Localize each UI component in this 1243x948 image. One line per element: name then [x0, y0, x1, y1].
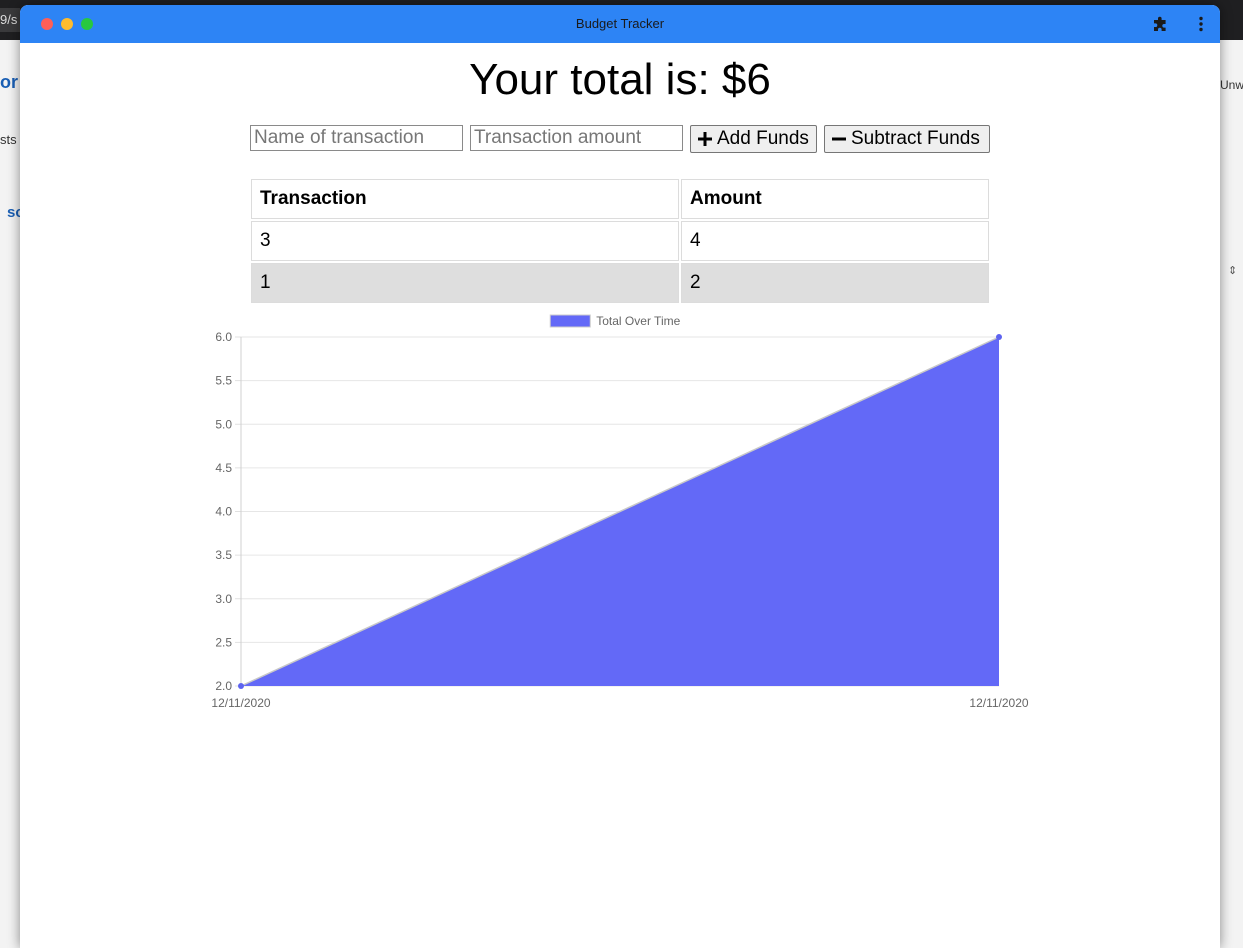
y-tick-label: 4.0	[215, 505, 232, 519]
background-fragment: or	[0, 72, 18, 92]
data-point	[996, 334, 1002, 340]
background-page-left: or sts sc	[0, 40, 20, 948]
y-tick-label: 3.0	[215, 592, 232, 606]
y-tick-label: 4.5	[215, 461, 232, 475]
table-row: 1 2	[251, 263, 989, 303]
subtract-funds-button[interactable]: Subtract Funds	[824, 125, 990, 153]
window-title: Budget Tracker	[575, 16, 665, 31]
legend-swatch	[549, 314, 591, 328]
x-tick-label: 12/11/2020	[211, 696, 270, 710]
page-content: Your total is: $6 Add Funds Subtract Fun…	[20, 43, 1220, 948]
add-funds-button[interactable]: Add Funds	[690, 125, 817, 153]
transactions-table: Transaction Amount 3 4 1 2	[249, 177, 991, 305]
total-text: Your total is: $6	[469, 55, 771, 104]
background-fragment: sc	[7, 204, 20, 221]
minus-icon	[832, 132, 846, 146]
transaction-cell: 3	[251, 221, 679, 261]
background-fragment: sts	[0, 132, 17, 147]
y-tick-label: 2.5	[215, 635, 232, 649]
subtract-funds-label: Subtract Funds	[851, 128, 980, 149]
amount-cell: 4	[681, 221, 989, 261]
table-row: 3 4	[251, 221, 989, 261]
y-tick-label: 5.5	[215, 374, 232, 388]
background-page-right: Unw ⇕	[1220, 40, 1243, 948]
x-tick-label: 12/11/2020	[969, 696, 1028, 710]
y-tick-label: 3.5	[215, 548, 232, 562]
add-funds-label: Add Funds	[717, 128, 809, 149]
legend-label: Total Over Time	[596, 314, 680, 328]
table-header-row: Transaction Amount	[251, 179, 989, 219]
column-header-amount: Amount	[681, 179, 989, 219]
budget-tracker-window: Budget Tracker Your total is: $6 Add Fun…	[20, 5, 1220, 948]
more-menu-icon[interactable]	[1192, 15, 1210, 33]
total-heading: Your total is: $6	[20, 55, 1220, 105]
y-tick-label: 6.0	[215, 330, 232, 344]
total-over-time-chart: 2.0 2.5 3.0 3.5 4.0 4.5 5.0 5.5 6.0 12/11/2020 12/…	[20, 305, 1220, 725]
transaction-name-input[interactable]	[250, 125, 463, 151]
amount-cell: 2	[681, 263, 989, 303]
background-sort-icon: ⇕	[1228, 265, 1238, 277]
window-titlebar[interactable]: Budget Tracker	[20, 5, 1220, 43]
chart-svg: 2.0 2.5 3.0 3.5 4.0 4.5 5.0 5.5 6.0 12/11/2020 12/…	[211, 314, 1028, 710]
puzzle-icon[interactable]	[1151, 15, 1169, 33]
background-url-text: 9/s	[0, 12, 18, 27]
y-tick-label: 2.0	[215, 679, 232, 693]
background-url-fragment: 9/s	[0, 8, 20, 32]
plus-icon	[698, 132, 712, 146]
transaction-amount-input[interactable]	[470, 125, 683, 151]
y-tick-label: 5.0	[215, 417, 232, 431]
data-point	[238, 683, 244, 689]
column-header-transaction: Transaction	[251, 179, 679, 219]
background-fragment: Unw	[1220, 78, 1243, 92]
transaction-cell: 1	[251, 263, 679, 303]
